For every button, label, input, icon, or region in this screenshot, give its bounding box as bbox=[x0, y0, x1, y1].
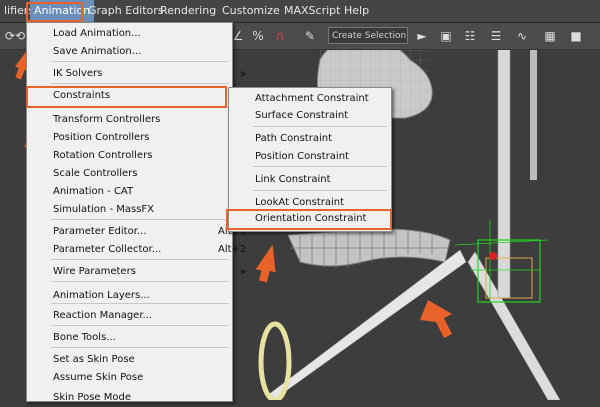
helper-dot bbox=[489, 252, 497, 260]
menu-rendering[interactable]: Rendering bbox=[156, 0, 220, 22]
animation-menu-item[interactable]: Wire Parameters ▶ bbox=[27, 263, 247, 281]
material-editor-icon[interactable]: ■ bbox=[566, 26, 586, 46]
menu-graph-editors[interactable]: Graph Editors bbox=[84, 0, 168, 22]
menu-separator bbox=[253, 190, 387, 191]
animation-menu-item[interactable]: Transform Controllers▶ bbox=[27, 111, 247, 129]
menu-item-label: Rotation Controllers bbox=[53, 150, 153, 161]
mirror-icon[interactable]: ► bbox=[412, 26, 432, 46]
menu-item-label: Transform Controllers bbox=[53, 114, 161, 125]
menu-item-label: Skin Pose Mode bbox=[53, 392, 132, 403]
constraint-menu-item[interactable]: Position Constraint bbox=[229, 148, 389, 166]
menu-separator bbox=[253, 126, 387, 127]
animation-menu-item[interactable]: Scale Controllers▶ bbox=[27, 165, 247, 183]
menu-help[interactable]: Help bbox=[340, 0, 373, 22]
percent-snap-icon[interactable]: % bbox=[248, 26, 268, 46]
menu-item-label: Link Constraint bbox=[255, 174, 331, 185]
animation-menu-item[interactable]: Parameter Collector... Alt+2 bbox=[27, 241, 246, 259]
animation-menu-item[interactable]: Save Animation... bbox=[27, 43, 230, 61]
highlight-animation-menu bbox=[26, 2, 83, 22]
menu-item-label: Position Controllers bbox=[53, 132, 150, 143]
magnet-icon[interactable]: ∩ bbox=[270, 26, 290, 46]
submenu-arrow-icon: ▶ bbox=[241, 267, 248, 276]
menu-separator bbox=[51, 281, 229, 282]
selection-set-dropdown[interactable]: Create Selection Se bbox=[328, 27, 408, 44]
menu-maxscript[interactable]: MAXScript bbox=[280, 0, 344, 22]
menu-separator bbox=[51, 325, 229, 326]
animation-menu-item[interactable]: Skin Pose Mode bbox=[27, 389, 230, 407]
menu-item-label: Load Animation... bbox=[53, 28, 141, 39]
schematic-view-icon[interactable]: ▦ bbox=[540, 26, 560, 46]
menu-separator bbox=[51, 83, 229, 84]
menu-item-label: Reaction Manager... bbox=[53, 310, 153, 321]
menu-item-label: Animation - CAT bbox=[53, 186, 134, 197]
animation-menu-item[interactable]: Bone Tools... bbox=[27, 329, 230, 347]
layer-icon[interactable]: ☷ bbox=[460, 26, 480, 46]
menu-separator bbox=[51, 61, 229, 62]
animation-menu-item[interactable]: IK Solvers ▶ bbox=[27, 65, 247, 83]
menu-item-label: IK Solvers bbox=[53, 68, 103, 79]
align-icon[interactable]: ▣ bbox=[436, 26, 456, 46]
menu-item-label: Set as Skin Pose bbox=[53, 354, 135, 365]
animation-menu-item[interactable]: Assume Skin Pose bbox=[27, 369, 230, 387]
animation-menu: Load Animation... Save Animation... IK Sol… bbox=[26, 22, 247, 403]
animation-menu-item[interactable]: Animation Layers... bbox=[27, 287, 230, 305]
animation-menu-item[interactable]: Reaction Manager... bbox=[27, 307, 230, 325]
highlight-constraints bbox=[26, 86, 227, 108]
constraint-menu-item[interactable]: Surface Constraint bbox=[229, 107, 389, 125]
animation-menu-item[interactable]: Parameter Editor...Alt+1 bbox=[27, 223, 246, 241]
animation-menu-item[interactable]: Position Controllers▶ bbox=[27, 129, 247, 147]
animation-menu-item[interactable]: Load Animation... bbox=[27, 25, 230, 43]
menu-item-label: Surface Constraint bbox=[255, 110, 349, 121]
edit-named-selection-icon[interactable]: ✎ bbox=[300, 26, 320, 46]
submenu-arrow-icon: ▶ bbox=[241, 69, 248, 78]
constraint-menu-item[interactable]: Attachment Constraint bbox=[229, 90, 389, 108]
menu-item-label: Simulation - MassFX bbox=[53, 204, 155, 215]
menu-customize[interactable]: Customize bbox=[218, 0, 284, 22]
vertical-pole bbox=[497, 47, 511, 299]
menu-item-label: Parameter Editor... bbox=[53, 226, 147, 237]
menu-item-label: Parameter Collector... bbox=[53, 244, 162, 255]
animation-menu-item[interactable]: Simulation - MassFX▶ bbox=[27, 201, 247, 219]
menu-item-label: Scale Controllers bbox=[53, 168, 138, 179]
menu-separator bbox=[51, 347, 229, 348]
menu-item-label: Animation Layers... bbox=[53, 290, 150, 301]
menu-item-label: Bone Tools... bbox=[53, 332, 116, 343]
menu-item-shortcut: Alt+2 bbox=[218, 244, 247, 255]
curve-editor-icon[interactable]: ∿ bbox=[512, 26, 532, 46]
animation-menu-item[interactable]: Set as Skin Pose bbox=[27, 351, 230, 369]
menu-separator bbox=[51, 259, 229, 260]
animation-menu-item[interactable]: Animation - CAT▶ bbox=[27, 183, 247, 201]
menu-item-label: Path Constraint bbox=[255, 133, 332, 144]
menu-separator bbox=[253, 166, 387, 167]
menu-item-label: Assume Skin Pose bbox=[53, 372, 144, 383]
menu-separator bbox=[51, 219, 229, 220]
menu-item-label: Save Animation... bbox=[53, 46, 142, 57]
menu-bar: lifiers Animation Graph Editors Renderin… bbox=[0, 0, 600, 23]
animation-menu-item[interactable]: Rotation Controllers▶ bbox=[27, 147, 247, 165]
menu-item-label: Wire Parameters bbox=[53, 266, 136, 277]
constraint-menu-item[interactable]: Path Constraint bbox=[229, 130, 389, 148]
menu-item-label: Position Constraint bbox=[255, 151, 349, 162]
menu-item-label: Attachment Constraint bbox=[255, 93, 369, 104]
scene-explorer-icon[interactable]: ☰ bbox=[486, 26, 506, 46]
highlight-orientation-constraint bbox=[226, 209, 392, 230]
constraint-menu-item[interactable]: Link Constraint bbox=[229, 171, 389, 189]
